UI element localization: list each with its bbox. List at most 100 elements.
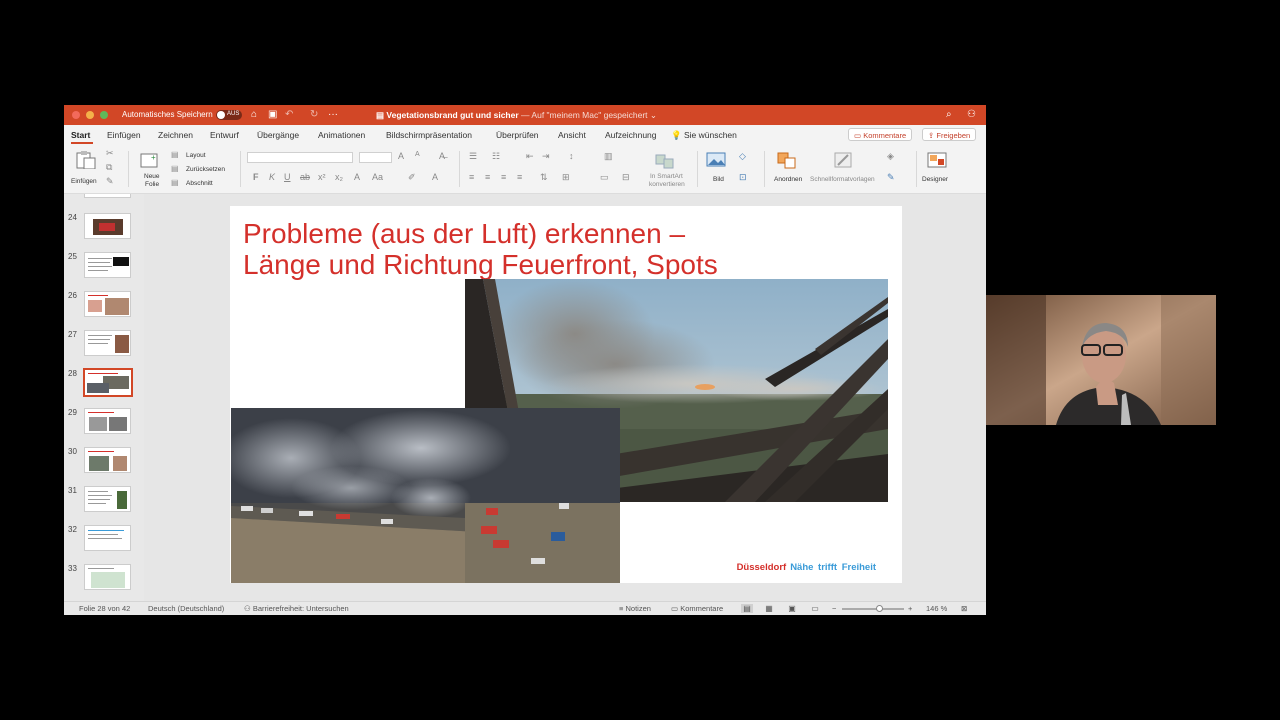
layout-icon[interactable]: ▤ [171, 150, 179, 159]
arrange-icon[interactable] [776, 151, 798, 169]
underline-icon[interactable]: U [284, 172, 291, 182]
share-button[interactable]: ⇪ Freigeben [922, 128, 977, 141]
comments-button[interactable]: ▭ Kommentare [848, 128, 913, 141]
tab-ansicht[interactable]: Ansicht [558, 130, 586, 140]
change-case-icon[interactable]: Aa [372, 172, 383, 182]
search-icon[interactable]: ⌕ [946, 109, 952, 120]
zoom-level[interactable]: 146 % [926, 604, 947, 613]
reset-button[interactable]: Zurücksetzen [186, 166, 225, 173]
undo-icon[interactable]: ↶ [285, 109, 293, 120]
fit-to-window-icon[interactable]: ⊠ [961, 604, 967, 613]
slide-thumbnail[interactable] [84, 252, 131, 278]
aerial-fire-photo[interactable] [231, 408, 620, 583]
shape-fill-icon[interactable]: ◈ [887, 151, 894, 162]
shapes-icon[interactable]: ◇ [739, 151, 746, 162]
bold-icon[interactable]: F [253, 172, 259, 182]
tab-zeichnen[interactable]: Zeichnen [158, 130, 193, 140]
tab-ueberpruefen[interactable]: Überprüfen [496, 130, 539, 140]
current-slide[interactable]: Probleme (aus der Luft) erkennen – Länge… [230, 206, 902, 583]
minimize-window-button[interactable] [86, 111, 94, 119]
slide-title[interactable]: Probleme (aus der Luft) erkennen – Länge… [243, 218, 883, 280]
text-direction-icon[interactable]: ⇅ [540, 172, 548, 183]
slide-thumbnail[interactable] [84, 525, 131, 551]
tab-start[interactable]: Start [71, 130, 90, 140]
increase-font-icon[interactable]: A [398, 151, 404, 161]
slide-thumbnail[interactable] [84, 447, 131, 473]
justify-icon[interactable]: ≡ [517, 172, 522, 182]
textbox-insert-icon[interactable]: ⊡ [739, 172, 747, 183]
columns-icon[interactable]: ▥ [604, 151, 613, 162]
section-icon[interactable]: ▤ [171, 178, 179, 187]
tab-uebergaenge[interactable]: Übergänge [257, 130, 299, 140]
text-box-icon[interactable]: ▭ [600, 172, 609, 183]
clear-format-icon[interactable]: A̶ [439, 151, 445, 161]
align-left-icon[interactable]: ≡ [469, 172, 474, 182]
subscript-icon[interactable]: x₂ [335, 172, 343, 182]
increase-indent-icon[interactable]: ⇥ [542, 151, 550, 162]
copy-icon[interactable]: ⧉ [106, 162, 112, 173]
quick-styles-icon[interactable] [834, 151, 854, 169]
cut-icon[interactable]: ✂ [106, 148, 114, 159]
zoom-slider-handle[interactable] [875, 605, 883, 612]
slide-thumbnail[interactable] [84, 564, 131, 590]
zoom-slider[interactable] [842, 608, 904, 610]
autosave-toggle[interactable]: AUS [216, 110, 242, 120]
home-icon[interactable]: ⌂ [251, 109, 257, 120]
font-size-dropdown[interactable] [359, 152, 392, 163]
slide-thumbnail[interactable] [84, 486, 131, 512]
italic-icon[interactable]: K [269, 172, 275, 182]
shape-outline-icon[interactable]: ✎ [887, 172, 895, 183]
new-slide-icon[interactable]: + [140, 151, 160, 169]
reading-view-button[interactable]: ▣ [786, 604, 798, 613]
distribute-icon[interactable]: ⊟ [622, 172, 630, 183]
bullets-icon[interactable]: ☰ [469, 151, 477, 162]
tab-bildschirmpraesentation[interactable]: Bildschirmpräsentation [386, 130, 472, 140]
tell-me-search[interactable]: 💡 Sie wünschen [671, 130, 737, 141]
zoom-in-button[interactable]: + [908, 604, 912, 613]
format-painter-icon[interactable]: ✎ [106, 176, 114, 187]
accessibility-check[interactable]: ⚇ Barrierefreiheit: Untersuchen [244, 604, 349, 613]
line-spacing-icon[interactable]: ↕ [569, 151, 574, 161]
align-center-icon[interactable]: ≡ [485, 172, 490, 182]
more-icon[interactable]: ··· [328, 109, 338, 120]
slide-sorter-button[interactable]: ▦ [763, 604, 775, 613]
numbering-icon[interactable]: ☷ [492, 151, 500, 162]
reset-icon[interactable]: ▤ [171, 164, 179, 173]
tab-aufzeichnung[interactable]: Aufzeichnung [605, 130, 657, 140]
layout-button[interactable]: Layout [186, 152, 206, 159]
redo-icon[interactable]: ↻ [310, 109, 318, 120]
paste-icon[interactable] [74, 151, 96, 169]
language-indicator[interactable]: Deutsch (Deutschland) [148, 604, 224, 613]
text-effects-icon[interactable]: A [354, 172, 360, 182]
align-text-icon[interactable]: ⊞ [562, 172, 570, 183]
tab-entwurf[interactable]: Entwurf [210, 130, 239, 140]
tab-animationen[interactable]: Animationen [318, 130, 365, 140]
slide-thumbnail-selected[interactable] [83, 368, 133, 397]
status-comments-button[interactable]: ▭ Kommentare [671, 604, 723, 613]
decrease-font-icon[interactable]: A [415, 151, 420, 158]
strikethrough-icon[interactable]: ab [300, 172, 310, 182]
zoom-window-button[interactable] [100, 111, 108, 119]
notes-button[interactable]: ≡ Notizen [619, 604, 651, 613]
font-color-icon[interactable]: A [432, 172, 438, 182]
highlight-icon[interactable]: ✐ [408, 172, 416, 183]
decrease-indent-icon[interactable]: ⇤ [526, 151, 534, 162]
superscript-icon[interactable]: x² [318, 172, 326, 182]
slideshow-button[interactable]: ▭ [809, 604, 821, 613]
smartart-icon[interactable] [654, 151, 676, 169]
slide-thumbnail[interactable] [84, 194, 131, 198]
tab-einfuegen[interactable]: Einfügen [107, 130, 141, 140]
picture-icon[interactable] [706, 152, 728, 168]
slide-thumbnail[interactable] [84, 408, 131, 434]
slide-thumbnail[interactable] [84, 330, 131, 356]
collaborate-icon[interactable]: ⚇ [967, 109, 976, 120]
slide-thumbnail[interactable] [84, 291, 131, 317]
normal-view-button[interactable]: ▤ [741, 604, 753, 613]
align-right-icon[interactable]: ≡ [501, 172, 506, 182]
designer-icon[interactable] [926, 150, 948, 170]
save-icon[interactable]: ▣ [268, 109, 277, 120]
section-button[interactable]: Abschnitt [186, 180, 213, 187]
font-name-dropdown[interactable] [247, 152, 353, 163]
slide-thumbnail[interactable] [84, 213, 131, 239]
close-window-button[interactable] [72, 111, 80, 119]
